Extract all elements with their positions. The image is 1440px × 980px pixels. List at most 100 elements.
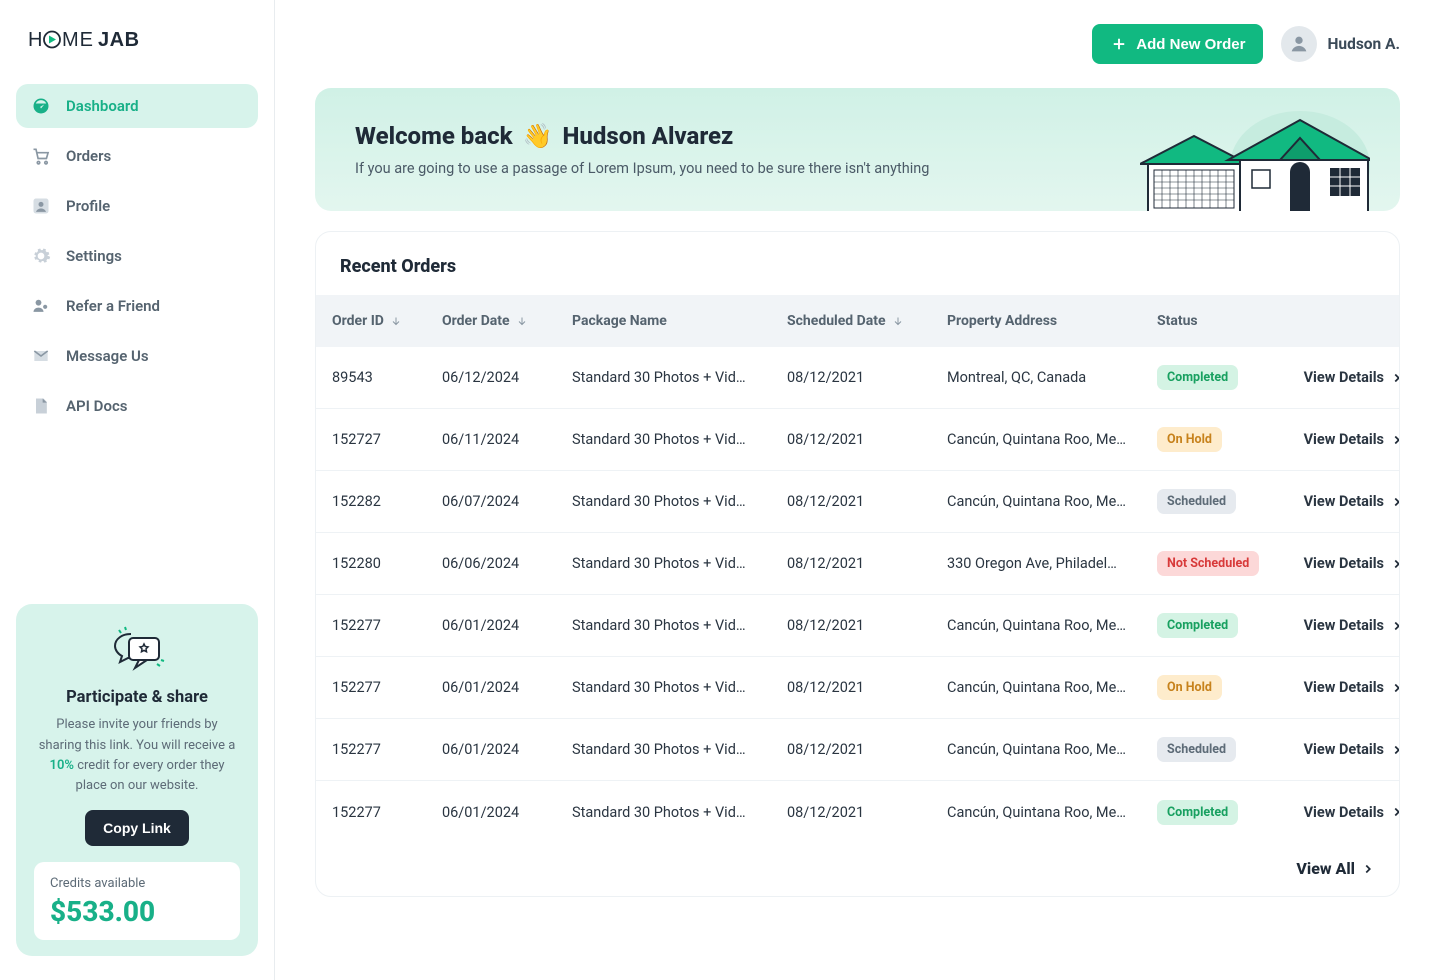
cell-status: Completed	[1157, 613, 1287, 638]
status-badge: On Hold	[1157, 675, 1222, 700]
view-details-link[interactable]: View Details	[1287, 679, 1400, 696]
cell-scheduled: 08/12/2021	[787, 679, 947, 696]
table-row: 15272706/11/2024Standard 30 Photos + Vid…	[316, 409, 1399, 471]
table-row: 15228206/07/2024Standard 30 Photos + Vid…	[316, 471, 1399, 533]
table-row: 15227706/01/2024Standard 30 Photos + Vid…	[316, 719, 1399, 781]
table-row: 15227706/01/2024Standard 30 Photos + Vid…	[316, 595, 1399, 657]
cell-package: Standard 30 Photos + Vid…	[572, 369, 787, 386]
cell-scheduled: 08/12/2021	[787, 617, 947, 634]
cell-order-id: 152277	[332, 679, 442, 696]
cell-package: Standard 30 Photos + Vid…	[572, 679, 787, 696]
topbar: Add New Order Hudson A.	[315, 20, 1400, 68]
cell-address: Cancún, Quintana Roo, Me…	[947, 617, 1157, 634]
view-details-link[interactable]: View Details	[1287, 369, 1400, 386]
nav-label: Settings	[66, 247, 122, 265]
cell-status: On Hold	[1157, 427, 1287, 452]
table-row: 15228006/06/2024Standard 30 Photos + Vid…	[316, 533, 1399, 595]
chevron-right-icon	[1390, 805, 1400, 819]
credits-value: $533.00	[50, 895, 224, 928]
status-badge: On Hold	[1157, 427, 1222, 452]
view-details-link[interactable]: View Details	[1287, 493, 1400, 510]
cell-order-date: 06/01/2024	[442, 617, 572, 634]
nav-dashboard[interactable]: Dashboard	[16, 84, 258, 128]
avatar	[1281, 26, 1317, 62]
recent-orders-title: Recent Orders	[316, 232, 1399, 295]
cell-order-id: 152727	[332, 431, 442, 448]
th-address: Property Address	[947, 313, 1157, 329]
cell-package: Standard 30 Photos + Vid…	[572, 431, 787, 448]
svg-text:JAB: JAB	[98, 29, 140, 51]
user-name: Hudson A.	[1327, 35, 1400, 53]
status-badge: Completed	[1157, 613, 1238, 638]
view-all-link[interactable]: View All	[316, 843, 1399, 896]
nav-api[interactable]: API Docs	[16, 384, 258, 428]
cell-order-date: 06/01/2024	[442, 679, 572, 696]
user-icon	[30, 195, 52, 217]
nav-settings[interactable]: Settings	[16, 234, 258, 278]
th-order-id[interactable]: Order ID	[332, 313, 442, 329]
arrow-down-icon	[516, 315, 528, 327]
view-details-link[interactable]: View Details	[1287, 555, 1400, 572]
th-order-date[interactable]: Order Date	[442, 313, 572, 329]
view-details-link[interactable]: View Details	[1287, 617, 1400, 634]
orders-table-body: 8954306/12/2024Standard 30 Photos + Vid……	[316, 347, 1399, 843]
chevron-right-icon	[1390, 619, 1400, 633]
cell-address: Montreal, QC, Canada	[947, 369, 1157, 386]
cell-scheduled: 08/12/2021	[787, 804, 947, 821]
copy-link-button[interactable]: Copy Link	[85, 810, 189, 846]
gear-icon	[30, 245, 52, 267]
inbox-icon	[30, 345, 52, 367]
cell-address: Cancún, Quintana Roo, Me…	[947, 431, 1157, 448]
cell-address: Cancún, Quintana Roo, Me…	[947, 679, 1157, 696]
welcome-banner: Welcome back 👋 Hudson Alvarez If you are…	[315, 88, 1400, 211]
cell-order-id: 152280	[332, 555, 442, 572]
cell-address: Cancún, Quintana Roo, Me…	[947, 493, 1157, 510]
chevron-right-icon	[1390, 433, 1400, 447]
view-details-link[interactable]: View Details	[1287, 804, 1400, 821]
house-illustration	[1140, 106, 1370, 211]
table-row: 15227706/01/2024Standard 30 Photos + Vid…	[316, 781, 1399, 843]
promo-title: Participate & share	[34, 688, 240, 707]
nav-label: Refer a Friend	[66, 297, 160, 315]
nav-refer[interactable]: Refer a Friend	[16, 284, 258, 328]
cell-order-date: 06/07/2024	[442, 493, 572, 510]
th-status: Status	[1157, 313, 1287, 329]
cell-package: Standard 30 Photos + Vid…	[572, 804, 787, 821]
cell-status: Scheduled	[1157, 737, 1287, 762]
status-badge: Scheduled	[1157, 737, 1236, 762]
share-icon	[105, 624, 169, 674]
cell-order-id: 152277	[332, 804, 442, 821]
user-menu[interactable]: Hudson A.	[1281, 26, 1400, 62]
brand-logo: H ME JAB	[28, 28, 250, 56]
orders-table-header: Order ID Order Date Package Name Schedul…	[316, 295, 1399, 347]
cell-package: Standard 30 Photos + Vid…	[572, 493, 787, 510]
wave-emoji: 👋	[523, 122, 553, 150]
cell-address: 330 Oregon Ave, Philadel…	[947, 555, 1157, 572]
chevron-right-icon	[1390, 743, 1400, 757]
cell-package: Standard 30 Photos + Vid…	[572, 741, 787, 758]
cell-scheduled: 08/12/2021	[787, 555, 947, 572]
arrow-down-icon	[892, 315, 904, 327]
nav-label: Profile	[66, 197, 110, 215]
cell-scheduled: 08/12/2021	[787, 493, 947, 510]
status-badge: Scheduled	[1157, 489, 1236, 514]
cell-order-date: 06/06/2024	[442, 555, 572, 572]
cell-order-date: 06/12/2024	[442, 369, 572, 386]
cell-scheduled: 08/12/2021	[787, 741, 947, 758]
nav-label: API Docs	[66, 397, 127, 415]
table-row: 8954306/12/2024Standard 30 Photos + Vid……	[316, 347, 1399, 409]
th-scheduled[interactable]: Scheduled Date	[787, 313, 947, 329]
file-icon	[30, 395, 52, 417]
cell-status: On Hold	[1157, 675, 1287, 700]
nav-message[interactable]: Message Us	[16, 334, 258, 378]
nav-orders[interactable]: Orders	[16, 134, 258, 178]
view-details-link[interactable]: View Details	[1287, 741, 1400, 758]
view-details-link[interactable]: View Details	[1287, 431, 1400, 448]
add-order-button[interactable]: Add New Order	[1092, 24, 1263, 64]
svg-text:ME: ME	[62, 29, 94, 51]
nav-profile[interactable]: Profile	[16, 184, 258, 228]
chevron-right-icon	[1390, 557, 1400, 571]
cell-order-id: 152277	[332, 741, 442, 758]
cell-order-date: 06/01/2024	[442, 804, 572, 821]
cell-scheduled: 08/12/2021	[787, 431, 947, 448]
